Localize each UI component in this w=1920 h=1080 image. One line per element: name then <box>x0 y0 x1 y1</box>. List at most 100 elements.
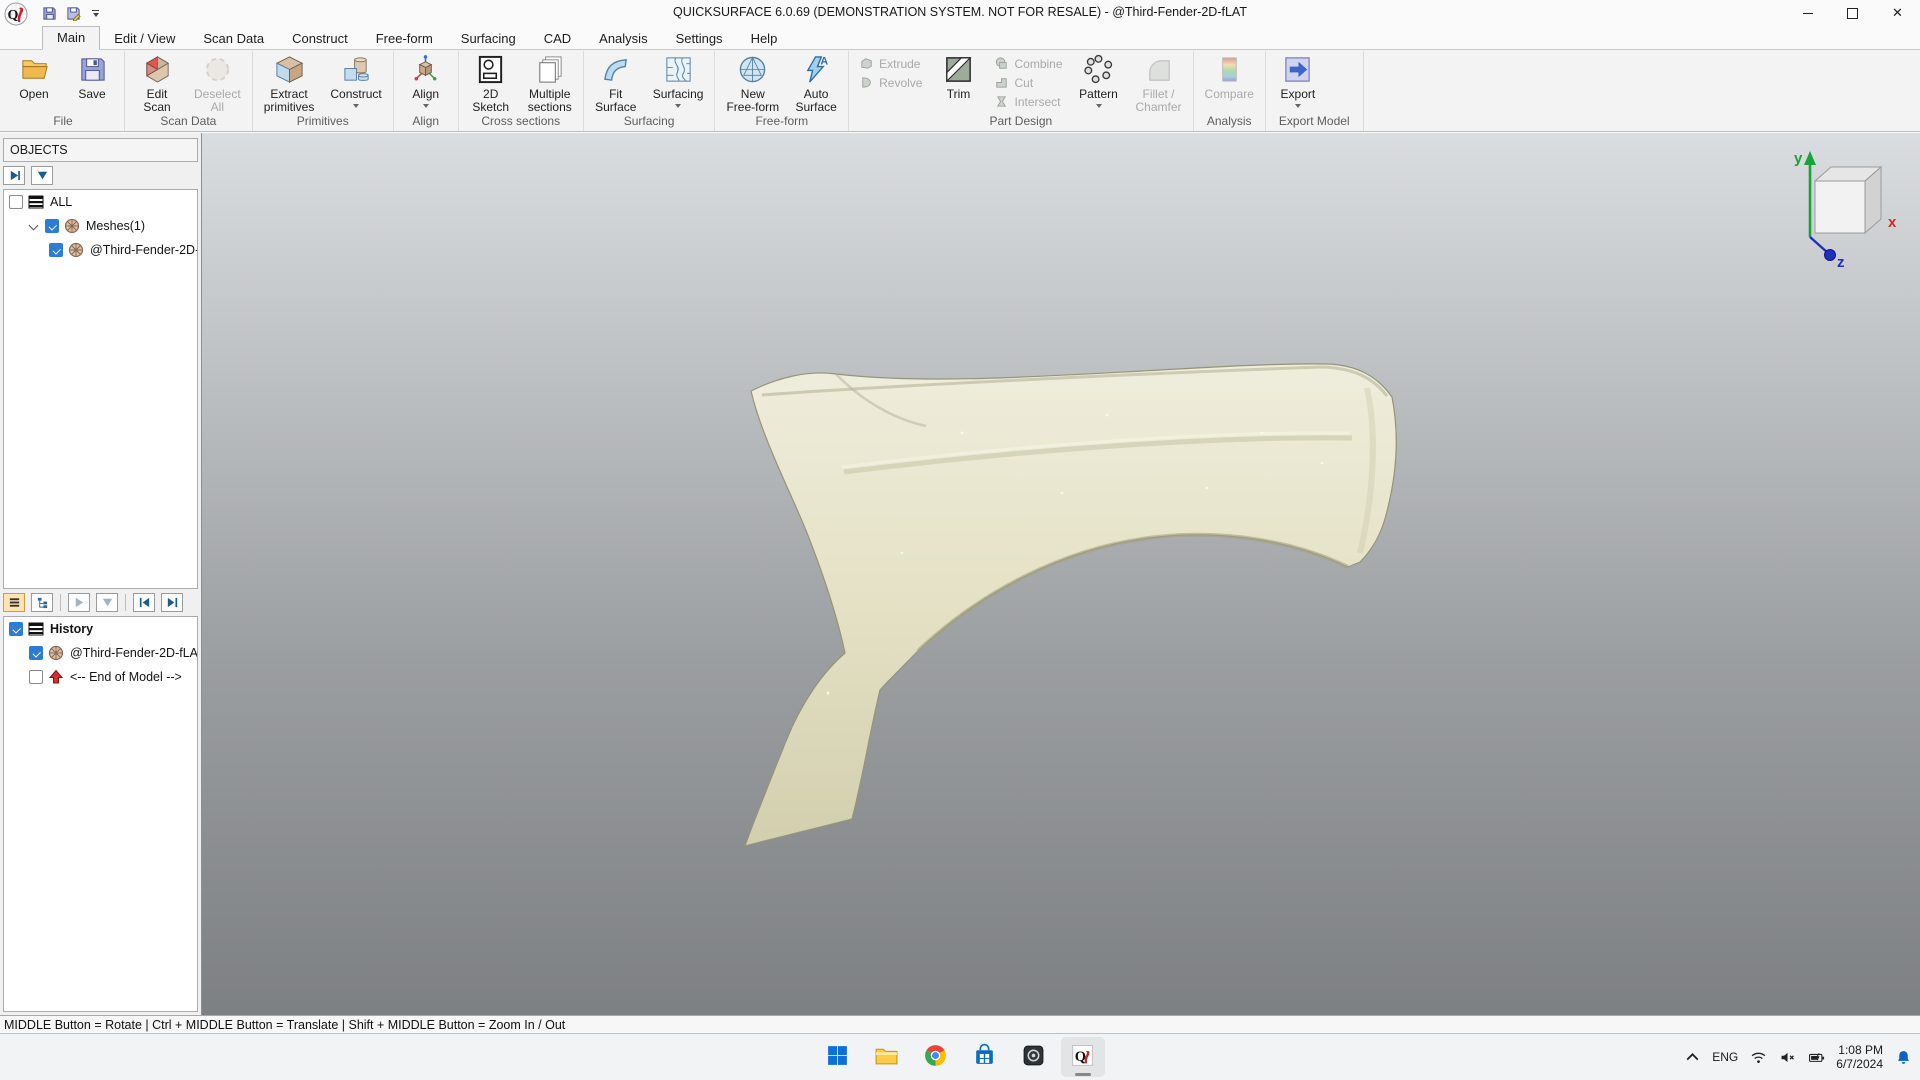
wifi-icon[interactable] <box>1749 1048 1767 1066</box>
tab-cad[interactable]: CAD <box>530 28 585 50</box>
ribbon-button-2d-sketch[interactable]: 2D Sketch <box>462 51 520 114</box>
axis-x-label: x <box>1888 214 1897 231</box>
taskbar-button-microsoft-store[interactable] <box>963 1037 1007 1077</box>
close-button[interactable]: ✕ <box>1875 0 1920 26</box>
combine-icon <box>994 56 1009 71</box>
tab-analysis[interactable]: Analysis <box>585 28 661 50</box>
taskbar-button-quicksurface[interactable]: Q <box>1060 1037 1105 1077</box>
tab-scan-data[interactable]: Scan Data <box>189 28 278 50</box>
tree-row-history[interactable]: History <box>4 617 197 641</box>
chevron-down-icon[interactable] <box>29 221 39 231</box>
tree-item-label: Meshes(1) <box>86 219 146 233</box>
chrome-icon <box>923 1043 948 1071</box>
ribbon-button-construct[interactable]: Construct <box>322 51 389 108</box>
notification-bell-icon[interactable] <box>1894 1048 1912 1066</box>
tree-row-third-fender-2d-fla[interactable]: @Third-Fender-2D-fLA <box>4 238 197 262</box>
play-history-button[interactable] <box>68 593 90 612</box>
fillet-icon <box>1143 54 1174 85</box>
ribbon-button-label: Export <box>1280 87 1316 101</box>
visibility-checkbox[interactable] <box>9 622 23 636</box>
filter-history-button[interactable] <box>96 593 118 612</box>
fender-mesh-model[interactable] <box>202 133 1920 1015</box>
ribbon-button-label: Extrude <box>879 56 921 71</box>
tray-expand-icon[interactable] <box>1683 1048 1701 1066</box>
tree-row-all[interactable]: ALL <box>4 190 197 214</box>
sketch-2d-icon <box>475 54 506 85</box>
history-toolbar <box>3 593 198 612</box>
maximize-button[interactable] <box>1830 0 1875 26</box>
tab-construct[interactable]: Construct <box>278 28 362 50</box>
ribbon-button-auto-surface[interactable]: A Auto Surface <box>787 51 845 114</box>
battery-icon[interactable] <box>1807 1048 1825 1066</box>
taskbar-button-chrome[interactable] <box>914 1037 958 1077</box>
ribbon-group-part-design: Extrude Revolve Trim Combine Cut Intersect Pat… <box>849 51 1194 131</box>
ribbon-button-pattern[interactable]: Pattern <box>1070 51 1128 108</box>
ribbon-button-label: Extract primitives <box>263 87 315 114</box>
expand-item-button[interactable] <box>3 166 25 185</box>
skip-to-end-button[interactable] <box>161 593 183 612</box>
tab-edit-view[interactable]: Edit / View <box>100 28 189 50</box>
left-panel: OBJECTS ALL Meshes(1) @Third-Fender-2D-fLA… <box>0 133 202 1015</box>
ribbon-button-label: Revolve <box>879 75 923 90</box>
taskbar-button-file-explorer[interactable] <box>865 1037 909 1077</box>
ribbon-button-new-free-form[interactable]: New Free-form <box>718 51 787 114</box>
tree-row-end-of-model[interactable]: <-- End of Model --> <box>4 665 197 689</box>
file-explorer-icon <box>874 1043 899 1071</box>
volume-mute-icon[interactable] <box>1778 1048 1796 1066</box>
surfacing-icon <box>663 54 694 85</box>
skip-to-start-button[interactable] <box>133 593 155 612</box>
ribbon-button-surfacing[interactable]: Surfacing <box>645 51 712 108</box>
tab-main[interactable]: Main <box>42 26 101 50</box>
tab-surfacing[interactable]: Surfacing <box>447 28 530 50</box>
ribbon-button-fit-surface[interactable]: Fit Surface <box>587 51 645 114</box>
tree-row-meshes-1[interactable]: Meshes(1) <box>4 214 197 238</box>
minimize-button[interactable] <box>1785 0 1830 26</box>
ribbon-group-label: Align <box>412 114 440 128</box>
ribbon-group-label: Surfacing <box>623 114 675 128</box>
visibility-checkbox[interactable] <box>29 670 43 684</box>
tab-settings[interactable]: Settings <box>662 28 737 50</box>
tab-free-form[interactable]: Free-form <box>362 28 447 50</box>
ribbon-button-align[interactable]: Align <box>397 51 455 108</box>
ribbon-button-save[interactable]: Save <box>63 51 121 101</box>
ribbon-group-free-form: New Free-form A Auto Surface Free-form <box>715 51 850 131</box>
visibility-checkbox[interactable] <box>9 195 23 209</box>
taskbar-button-start[interactable] <box>816 1037 860 1077</box>
svg-text:A: A <box>820 56 828 68</box>
layers-icon <box>28 194 44 210</box>
ribbon-button-edit-scan[interactable]: Edit Scan <box>128 51 186 114</box>
ribbon-group-label: File <box>53 114 73 128</box>
ribbon-button-label: Open <box>19 87 49 101</box>
tab-help[interactable]: Help <box>737 28 792 50</box>
visibility-checkbox[interactable] <box>49 243 63 257</box>
filter-down-button[interactable] <box>31 166 53 185</box>
orientation-triad[interactable]: y x z <box>1780 141 1920 291</box>
save-as-icon[interactable] <box>64 4 82 22</box>
visibility-checkbox[interactable] <box>29 646 43 660</box>
clock[interactable]: 1:08 PM 6/7/2024 <box>1836 1043 1883 1071</box>
visibility-checkbox[interactable] <box>45 219 59 233</box>
language-indicator[interactable]: ENG <box>1712 1050 1738 1064</box>
list-view-button[interactable] <box>3 593 25 612</box>
quicksurface-icon: Q <box>1070 1043 1095 1071</box>
pattern-icon <box>1083 54 1114 85</box>
open-icon <box>19 54 50 85</box>
tree-item-label: @Third-Fender-2D-fLAT <box>70 646 197 660</box>
extract-primitives-icon <box>274 54 305 85</box>
customize-quick-access-icon[interactable] <box>92 9 99 17</box>
objects-toolbar <box>3 166 198 185</box>
ribbon-button-multiple-sections[interactable]: Multiple sections <box>520 51 580 114</box>
taskbar-button-dark-app[interactable] <box>1012 1037 1056 1077</box>
viewport-3d[interactable]: y x z <box>202 133 1920 1015</box>
ribbon-button-trim[interactable]: Trim <box>929 51 987 101</box>
tree-row-third-fender-2d-flat[interactable]: @Third-Fender-2D-fLAT <box>4 641 197 665</box>
ribbon-button-export[interactable]: Export <box>1269 51 1327 108</box>
intersect-icon <box>994 94 1009 109</box>
trim-icon <box>943 54 974 85</box>
ribbon-group-label: Analysis <box>1206 114 1252 128</box>
ribbon-group-analysis: Compare Analysis <box>1194 51 1266 131</box>
ribbon-button-extract-primitives[interactable]: Extract primitives <box>256 51 323 114</box>
save-icon[interactable] <box>40 4 58 22</box>
ribbon-button-open[interactable]: Open <box>5 51 63 101</box>
tree-view-button[interactable] <box>31 593 53 612</box>
